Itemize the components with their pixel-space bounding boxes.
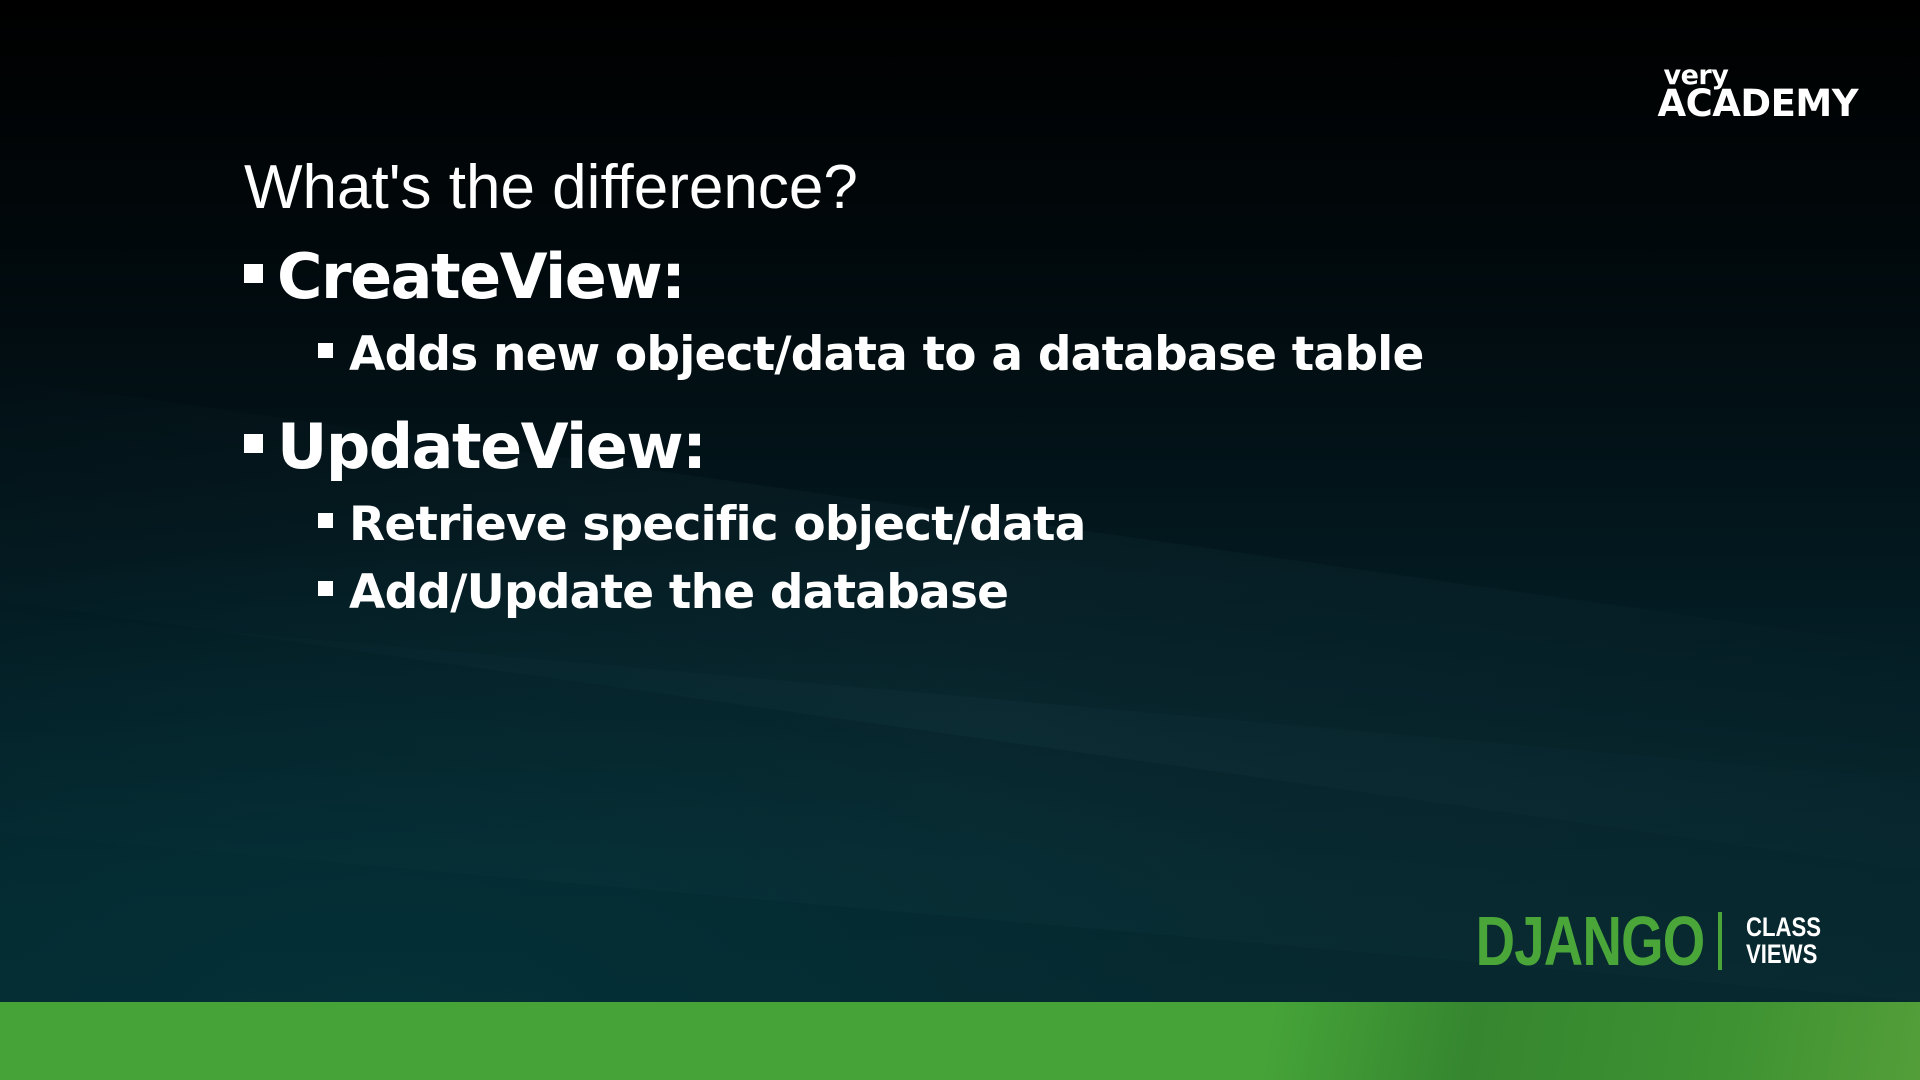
square-bullet-icon [244, 263, 263, 283]
brand-logo-large-text: ACADEMY [1657, 82, 1858, 125]
product-logo-subtitle-line: CLASS [1746, 912, 1822, 942]
product-logo: DJANGO CLASS VIEWS [1411, 906, 1838, 976]
bullet-item: CreateView: [244, 232, 1424, 320]
bullet-item: UpdateView: [244, 402, 1424, 490]
product-logo-name: DJANGO [1475, 902, 1706, 980]
sub-bullet-item: Adds new object/data to a database table [318, 320, 1424, 388]
square-bullet-icon [318, 342, 333, 358]
sub-bullet-text: Retrieve specific object/data [349, 496, 1086, 552]
square-bullet-icon [318, 580, 333, 596]
bullet-text: CreateView: [277, 239, 686, 313]
product-logo-divider [1718, 912, 1723, 970]
sub-bullet-text: Add/Update the database [349, 564, 1009, 620]
bottom-accent-band [0, 1002, 1920, 1080]
bottom-band-shade [920, 1002, 1920, 1080]
sub-bullet-item: Retrieve specific object/data [318, 490, 1424, 558]
sub-bullet-text: Adds new object/data to a database table [349, 326, 1424, 382]
slide: very ACADEMY What's the difference? Crea… [0, 0, 1920, 1080]
product-logo-subtitle-line: VIEWS [1746, 939, 1818, 969]
bullet-list: CreateView: Adds new object/data to a da… [244, 232, 1424, 626]
square-bullet-icon [244, 433, 263, 453]
brand-logo: very ACADEMY [1657, 62, 1858, 122]
product-logo-subtitle: CLASS VIEWS [1746, 914, 1821, 968]
bullet-text: UpdateView: [277, 409, 707, 483]
sub-bullet-item: Add/Update the database [318, 558, 1424, 626]
slide-title: What's the difference? [244, 153, 858, 222]
square-bullet-icon [318, 512, 333, 528]
